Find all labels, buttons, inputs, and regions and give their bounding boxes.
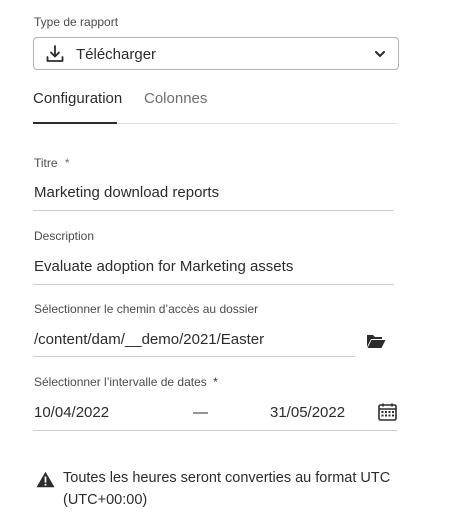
folder-path-label: Sélectionner le chemin d’accès au dossie…	[34, 302, 259, 316]
start-date-input[interactable]: 10/04/2022	[34, 404, 109, 421]
calendar-icon[interactable]	[378, 403, 397, 421]
title-underline	[33, 210, 394, 211]
required-marker: *	[213, 375, 218, 389]
report-type-value: Télécharger	[76, 46, 157, 63]
chevron-down-icon	[375, 51, 385, 57]
folder-path-underline	[33, 356, 355, 357]
folder-open-icon[interactable]	[366, 333, 386, 349]
report-type-label: Type de rapport	[34, 15, 119, 29]
utc-notice-line1: Toutes les heures seront converties au f…	[63, 470, 391, 486]
utc-notice-line2: (UTC+00:00)	[63, 492, 148, 508]
title-field-label: Titre *	[34, 156, 70, 170]
description-field-label: Description	[34, 229, 95, 243]
alert-icon	[36, 471, 55, 488]
tab-configuration[interactable]: Configuration	[33, 90, 122, 107]
tab-colonnes[interactable]: Colonnes	[144, 90, 207, 107]
report-type-picker[interactable]: Télécharger	[33, 37, 399, 70]
utc-notice: Toutes les heures seront converties au f…	[63, 467, 390, 511]
date-range-underline	[33, 430, 397, 431]
date-range-separator: —	[193, 404, 208, 421]
date-range-label: Sélectionner l’intervalle de dates *	[34, 375, 218, 389]
required-marker: *	[64, 156, 70, 170]
title-label-text: Titre	[34, 156, 58, 170]
tab-active-indicator	[33, 122, 117, 124]
description-underline	[33, 284, 394, 285]
description-input[interactable]: Evaluate adoption for Marketing assets	[34, 258, 293, 275]
end-date-input[interactable]: 31/05/2022	[270, 404, 345, 421]
folder-path-input[interactable]: /content/dam/__demo/2021/Easter	[34, 331, 264, 348]
title-input[interactable]: Marketing download reports	[34, 184, 219, 201]
download-icon	[46, 45, 64, 62]
date-range-label-text: Sélectionner l’intervalle de dates	[34, 375, 207, 389]
